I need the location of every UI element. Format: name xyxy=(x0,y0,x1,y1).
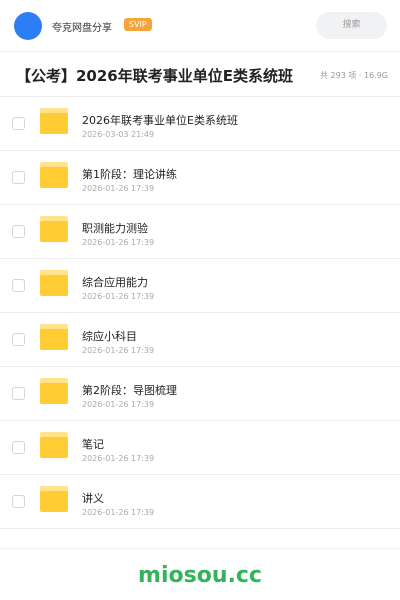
list-item[interactable]: 2026年联考事业单位E类系统班 2026-03-03 21:49 xyxy=(0,97,400,151)
folder-icon xyxy=(40,162,68,188)
file-name: 第2阶段：导图梳理 xyxy=(82,384,177,397)
file-date: 2026-01-26 17:39 xyxy=(82,238,155,247)
item-count-size: 共 293 项 · 16.9G xyxy=(320,71,388,80)
select-checkbox[interactable] xyxy=(12,333,25,346)
file-name: 综应小科目 xyxy=(82,330,137,343)
select-checkbox[interactable] xyxy=(12,171,25,184)
folder-icon xyxy=(40,324,68,350)
file-date: 2026-01-26 17:39 xyxy=(82,400,155,409)
list-item[interactable]: 职测能力测验 2026-01-26 17:39 xyxy=(0,205,400,259)
select-checkbox[interactable] xyxy=(12,117,25,130)
file-date: 2026-01-26 17:39 xyxy=(82,184,155,193)
list-item[interactable]: 笔记 2026-01-26 17:39 xyxy=(0,421,400,475)
file-name: 2026年联考事业单位E类系统班 xyxy=(82,114,238,127)
file-date: 2026-03-03 21:49 xyxy=(82,130,155,139)
avatar[interactable] xyxy=(14,12,42,40)
select-checkbox[interactable] xyxy=(12,279,25,292)
folder-icon xyxy=(40,108,68,134)
file-name: 职测能力测验 xyxy=(82,222,148,235)
watermark: miosou.cc xyxy=(138,563,262,588)
file-name: 综合应用能力 xyxy=(82,276,148,289)
list-item[interactable]: 讲义 2026-01-26 17:39 xyxy=(0,475,400,529)
page-title: 【公考】2026年联考事业单位E类系统班 xyxy=(16,67,293,85)
select-checkbox[interactable] xyxy=(12,225,25,238)
footer: miosou.cc xyxy=(0,548,400,600)
file-date: 2026-01-26 17:39 xyxy=(82,292,155,301)
file-name: 笔记 xyxy=(82,438,104,451)
brand-name: 夸克网盘分享 xyxy=(52,23,112,34)
list-item[interactable]: 综合应用能力 2026-01-26 17:39 xyxy=(0,259,400,313)
folder-icon xyxy=(40,270,68,296)
select-checkbox[interactable] xyxy=(12,387,25,400)
file-name: 第1阶段：理论讲练 xyxy=(82,168,177,181)
file-name: 讲义 xyxy=(82,492,104,505)
folder-icon xyxy=(40,486,68,512)
list-item[interactable]: 第2阶段：导图梳理 2026-01-26 17:39 xyxy=(0,367,400,421)
select-checkbox[interactable] xyxy=(12,495,25,508)
folder-icon xyxy=(40,216,68,242)
svip-badge: SVIP xyxy=(124,18,152,31)
search-input[interactable]: 搜索 xyxy=(316,12,387,39)
folder-icon xyxy=(40,378,68,404)
file-date: 2026-01-26 17:39 xyxy=(82,346,155,355)
folder-icon xyxy=(40,432,68,458)
top-bar: 夸克网盘分享 SVIP 搜索 xyxy=(0,0,400,52)
file-date: 2026-01-26 17:39 xyxy=(82,508,155,517)
list-item[interactable]: 综应小科目 2026-01-26 17:39 xyxy=(0,313,400,367)
file-list: 2026年联考事业单位E类系统班 2026-03-03 21:49 第1阶段：理… xyxy=(0,97,400,529)
list-item[interactable]: 第1阶段：理论讲练 2026-01-26 17:39 xyxy=(0,151,400,205)
file-date: 2026-01-26 17:39 xyxy=(82,454,155,463)
share-header: 【公考】2026年联考事业单位E类系统班 共 293 项 · 16.9G xyxy=(0,53,400,97)
select-checkbox[interactable] xyxy=(12,441,25,454)
